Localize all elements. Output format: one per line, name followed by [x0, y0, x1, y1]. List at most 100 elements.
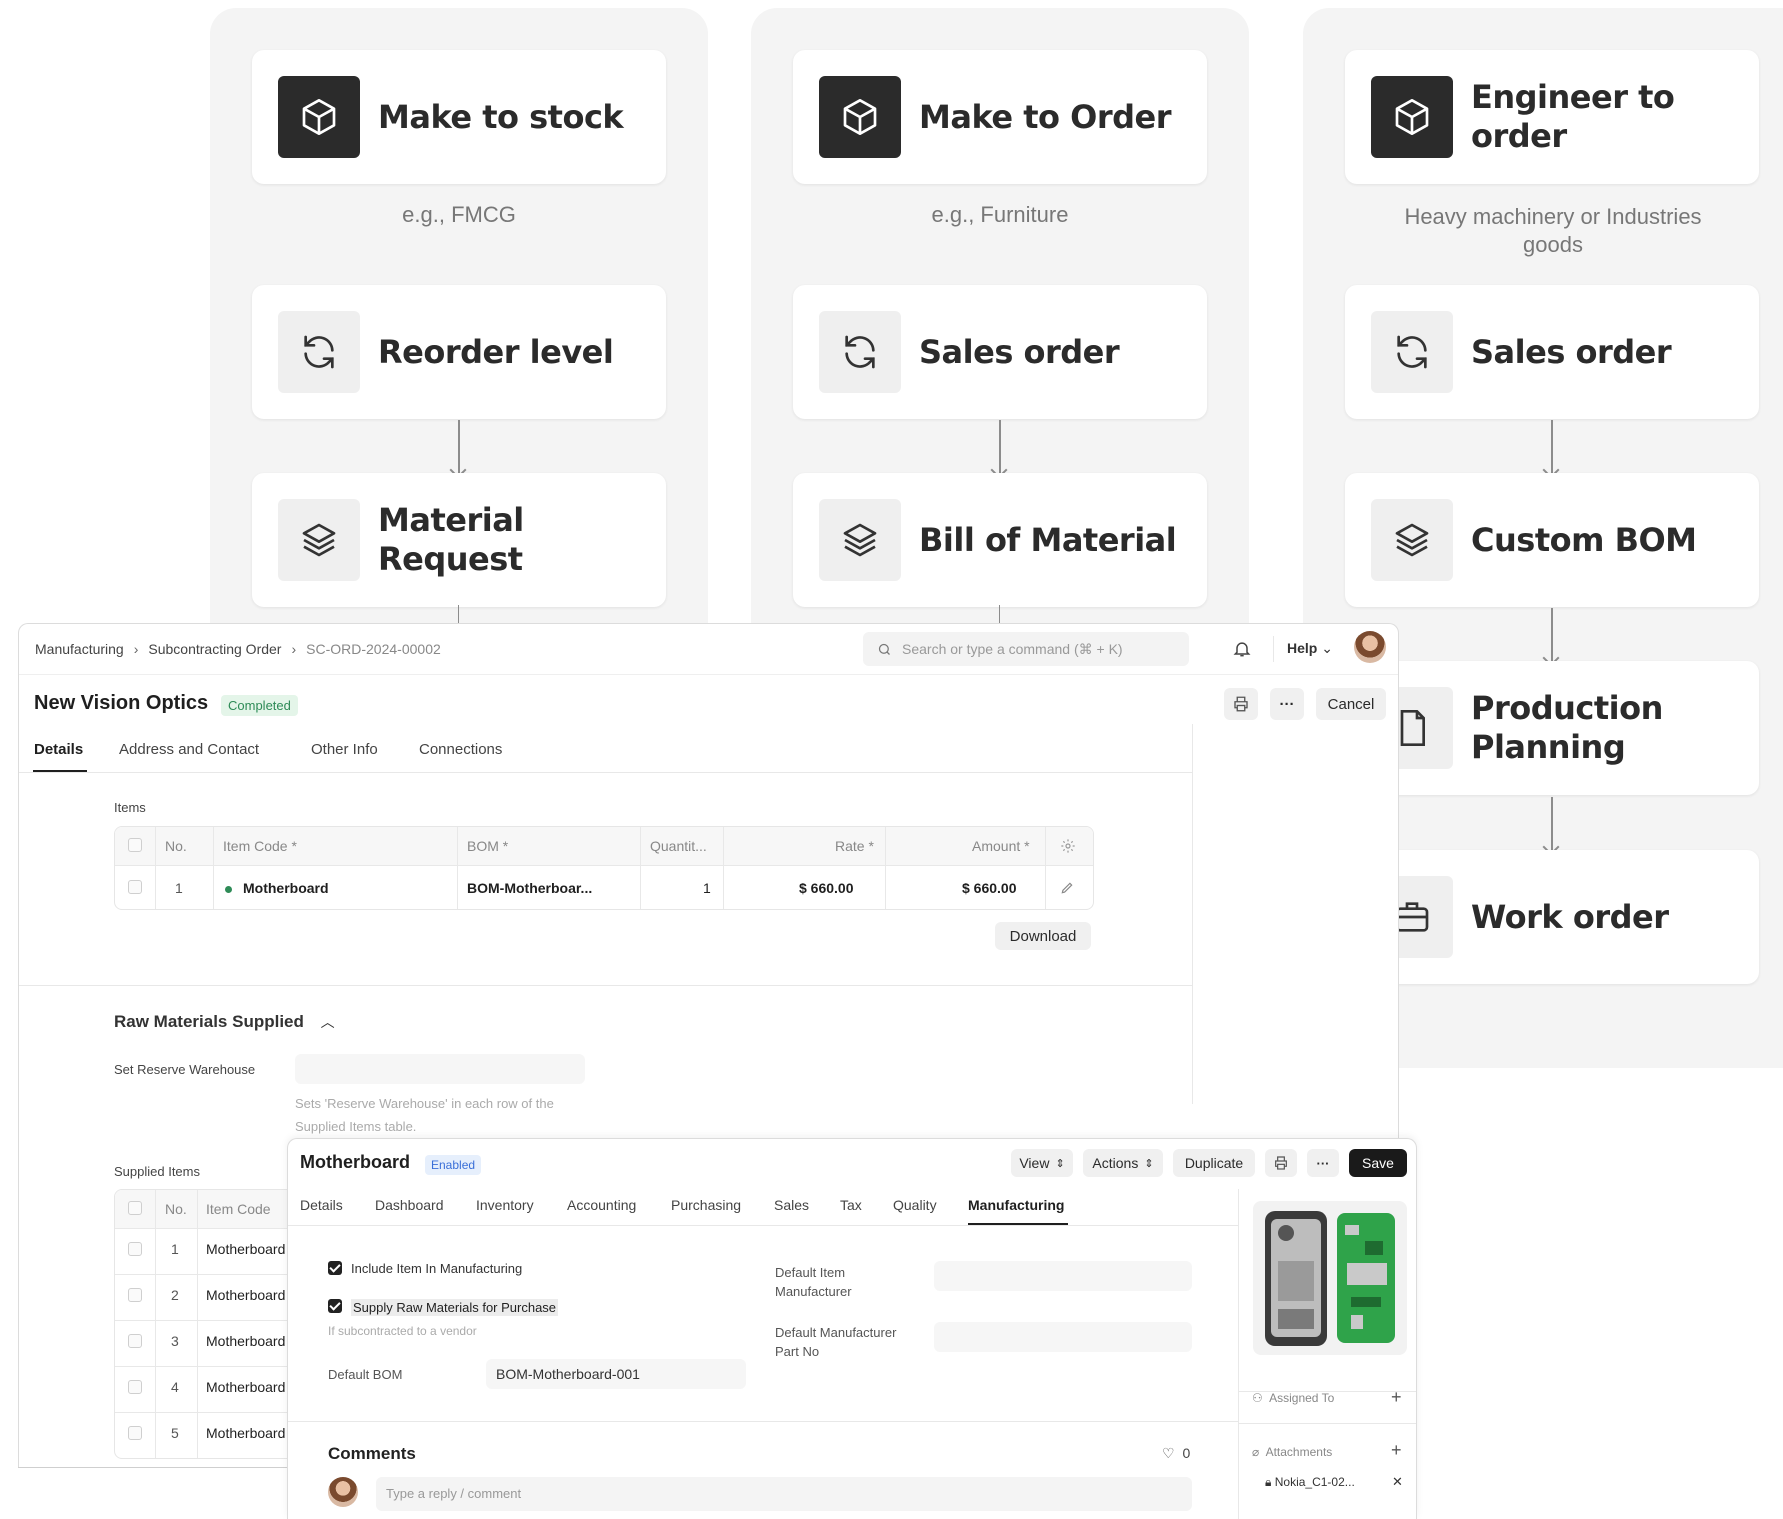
layers-icon: [819, 499, 901, 581]
print-button[interactable]: [1224, 688, 1258, 720]
select-all-checkbox[interactable]: [128, 1201, 142, 1215]
refresh-icon: [819, 311, 901, 393]
section-divider: [288, 1421, 1238, 1422]
tab-accounting[interactable]: Accounting: [567, 1197, 636, 1213]
more-button[interactable]: ···: [1270, 688, 1304, 720]
supply-raw-materials-help: If subcontracted to a vendor: [328, 1324, 477, 1338]
select-all-checkbox[interactable]: [128, 838, 142, 852]
col-divider: [1045, 827, 1046, 909]
section-divider: [19, 985, 1192, 986]
like-button[interactable]: ♡ 0: [1162, 1445, 1190, 1462]
comment-placeholder: Type a reply / comment: [386, 1486, 522, 1501]
reserve-warehouse-input[interactable]: [295, 1054, 585, 1084]
row-item-code[interactable]: Motherboard: [206, 1333, 285, 1349]
tab-tax[interactable]: Tax: [840, 1197, 862, 1213]
col-divider: [155, 1190, 156, 1458]
breadcrumb-subcontracting-order[interactable]: Subcontracting Order: [148, 641, 281, 657]
row-rate[interactable]: $ 660.00: [799, 880, 854, 896]
default-bom-input[interactable]: BOM-Motherboard-001: [486, 1359, 746, 1389]
row-checkbox[interactable]: [128, 1288, 142, 1302]
row-checkbox[interactable]: [128, 1380, 142, 1394]
tab-manufacturing[interactable]: Manufacturing: [968, 1197, 1064, 1213]
row-item-code[interactable]: Motherboard: [206, 1425, 285, 1441]
more-button[interactable]: ···: [1307, 1149, 1339, 1177]
row-no: 4: [171, 1379, 179, 1395]
flow-example: Heavy machinery or Industries goods: [1404, 204, 1702, 257]
comments-title: Comments: [328, 1444, 416, 1463]
include-in-manufacturing-checkbox[interactable]: [328, 1261, 342, 1275]
row-item-code[interactable]: Motherboard: [206, 1379, 285, 1395]
tab-connections[interactable]: Connections: [419, 741, 502, 758]
row-checkbox[interactable]: [128, 1334, 142, 1348]
avatar[interactable]: [1354, 631, 1386, 663]
help-menu[interactable]: Help ⌄: [1287, 640, 1333, 657]
tab-dashboard[interactable]: Dashboard: [375, 1197, 444, 1213]
item-image[interactable]: [1253, 1201, 1407, 1355]
breadcrumb: Manufacturing › Subcontracting Order › S…: [35, 641, 441, 657]
download-button[interactable]: Download: [995, 922, 1091, 950]
tab-quality[interactable]: Quality: [893, 1197, 937, 1213]
flow-card-work-order: Work order: [1345, 850, 1759, 984]
add-attachment-icon[interactable]: +: [1391, 1440, 1402, 1461]
row-item-code[interactable]: Motherboard: [206, 1287, 285, 1303]
flow-card-label: Make to stock: [378, 97, 624, 136]
search-placeholder: Search or type a command (⌘ + K): [902, 640, 1123, 657]
edit-icon[interactable]: [1060, 881, 1074, 895]
comment-input[interactable]: Type a reply / comment: [376, 1477, 1192, 1511]
add-assignee-icon[interactable]: +: [1391, 1387, 1402, 1408]
user-check-icon: ⚇: [1252, 1391, 1263, 1405]
tab-sales[interactable]: Sales: [774, 1197, 809, 1213]
tab-purchasing[interactable]: Purchasing: [671, 1197, 741, 1213]
default-manufacturer-input[interactable]: [934, 1261, 1192, 1291]
tab-details[interactable]: Details: [34, 741, 83, 758]
row-checkbox[interactable]: [128, 1426, 142, 1440]
tab-details[interactable]: Details: [300, 1197, 343, 1213]
breadcrumb-manufacturing[interactable]: Manufacturing: [35, 641, 124, 657]
column-no: No.: [165, 1201, 187, 1217]
row-item-code[interactable]: Motherboard: [206, 1241, 285, 1257]
view-label: View: [1019, 1155, 1050, 1171]
sidebar-divider: [1192, 724, 1193, 1104]
view-menu-button[interactable]: View ⇕: [1011, 1149, 1073, 1177]
chevron-up-icon: ︿: [320, 1014, 335, 1030]
tab-address-and-contact[interactable]: Address and Contact: [119, 741, 259, 758]
raw-materials-title[interactable]: Raw Materials Supplied ︿: [114, 1012, 335, 1032]
sidebar-divider: [1238, 1189, 1239, 1519]
tab-other-info[interactable]: Other Info: [311, 741, 378, 758]
remove-attachment-icon[interactable]: ✕: [1392, 1474, 1403, 1490]
row-item-code[interactable]: Motherboard: [243, 880, 329, 896]
status-badge: Completed: [221, 695, 298, 716]
save-button[interactable]: Save: [1349, 1149, 1407, 1177]
tab-inventory[interactable]: Inventory: [476, 1197, 534, 1213]
heart-icon: ♡: [1162, 1445, 1175, 1461]
flow-card-label: Make to Order: [919, 97, 1172, 136]
row-bom[interactable]: BOM-Motherboar...: [467, 880, 592, 896]
flow-card-bill-of-material: Bill of Material: [793, 473, 1207, 607]
settings-icon[interactable]: [1060, 838, 1076, 854]
attachments-section: ⌀ Attachments: [1252, 1445, 1332, 1459]
cancel-button[interactable]: Cancel: [1316, 688, 1386, 720]
column-quantity: Quantit...: [650, 838, 707, 854]
item-window: Motherboard Enabled View ⇕ Actions ⇕ Dup…: [287, 1138, 1417, 1519]
manufacturer-part-no-input[interactable]: [934, 1322, 1192, 1352]
chevron-right-icon: ›: [291, 641, 297, 657]
supply-raw-materials-checkbox[interactable]: [328, 1299, 342, 1313]
default-bom-label: Default BOM: [328, 1367, 403, 1382]
search-bar[interactable]: Search or type a command (⌘ + K): [863, 632, 1189, 666]
column-amount: Amount *: [972, 838, 1030, 854]
assigned-to-section[interactable]: ⚇ Assigned To: [1252, 1391, 1334, 1405]
attachment-file[interactable]: 🔒︎ Nokia_C1-02...: [1265, 1475, 1355, 1490]
row-checkbox[interactable]: [128, 880, 142, 894]
col-divider: [457, 827, 458, 909]
layers-icon: [1371, 499, 1453, 581]
bell-icon[interactable]: [1232, 639, 1252, 659]
commenter-avatar: [328, 1477, 358, 1507]
print-button[interactable]: [1265, 1149, 1297, 1177]
flow-example: e.g., FMCG: [402, 202, 516, 227]
actions-menu-button[interactable]: Actions ⇕: [1083, 1149, 1163, 1177]
like-count: 0: [1182, 1445, 1191, 1461]
duplicate-button[interactable]: Duplicate: [1173, 1149, 1255, 1177]
row-checkbox[interactable]: [128, 1242, 142, 1256]
row-qty[interactable]: 1: [703, 880, 711, 896]
row-no: 3: [171, 1333, 179, 1349]
